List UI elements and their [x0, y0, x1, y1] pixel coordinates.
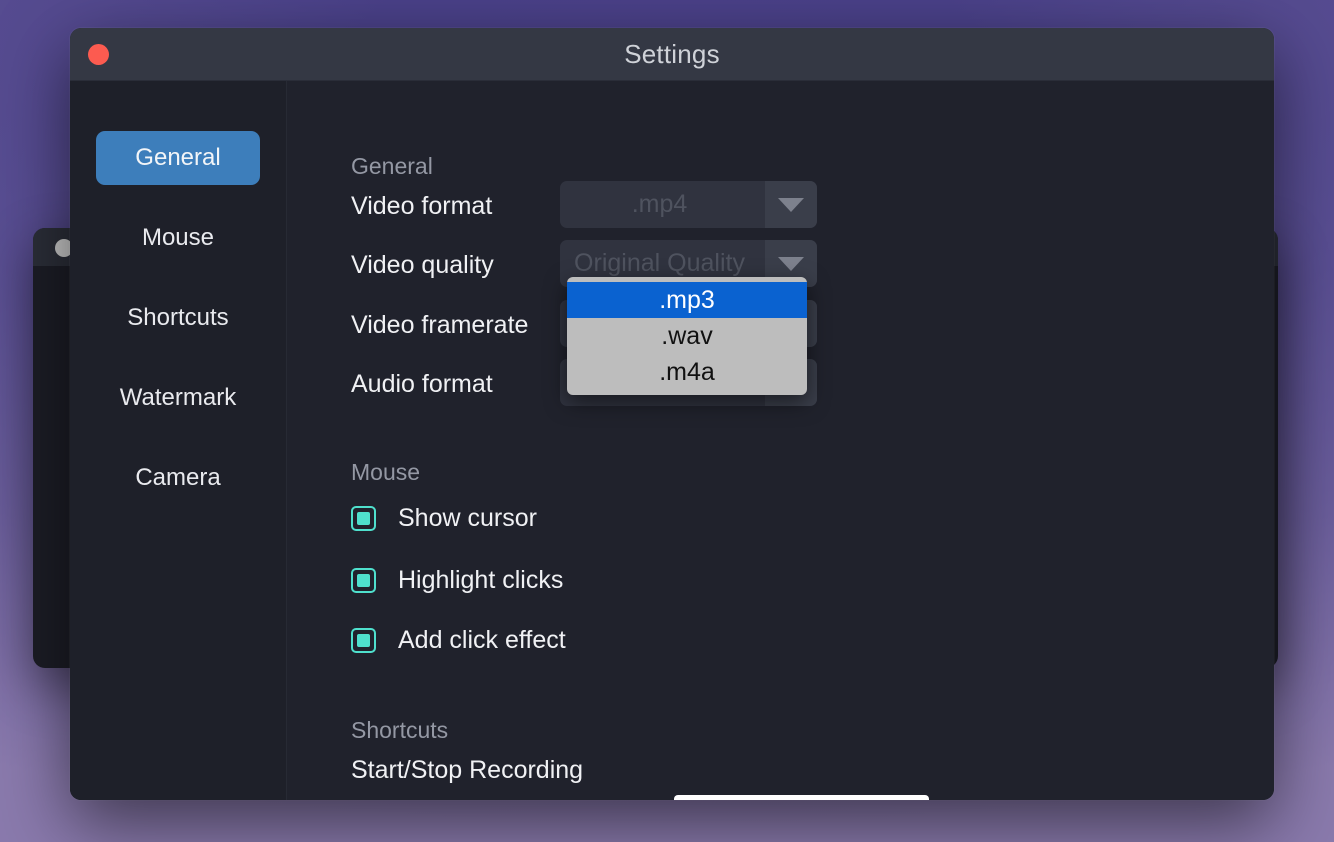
- dropdown-option-m4a[interactable]: .m4a: [567, 354, 807, 390]
- chevron-down-icon: [765, 181, 817, 228]
- checkbox-show-cursor[interactable]: [351, 506, 376, 531]
- checkbox-row-add-click-effect[interactable]: Add click effect: [351, 626, 566, 655]
- label-video-quality: Video quality: [351, 251, 494, 279]
- checkbox-label-show-cursor: Show cursor: [398, 504, 537, 532]
- sidebar: General Mouse Shortcuts Watermark Camera: [70, 81, 287, 800]
- settings-content: General Video format .mp4 Video quality …: [287, 81, 1274, 800]
- sidebar-item-label: Shortcuts: [127, 304, 229, 331]
- shortcut-value: fn 1: [781, 799, 821, 800]
- sidebar-item-label: Watermark: [119, 384, 237, 411]
- page-title: Settings: [624, 39, 720, 69]
- checkbox-label-add-click-effect: Add click effect: [398, 626, 566, 654]
- window-body: General Mouse Shortcuts Watermark Camera: [70, 81, 1274, 800]
- video-quality-value: Original Quality: [574, 249, 745, 277]
- sidebar-item-watermark[interactable]: Watermark: [96, 371, 260, 425]
- sidebar-item-label: Mouse: [141, 224, 215, 251]
- sidebar-item-general[interactable]: General: [96, 131, 260, 185]
- video-format-select[interactable]: .mp4: [560, 181, 817, 228]
- section-heading-general: General: [351, 153, 433, 179]
- label-video-framerate: Video framerate: [351, 311, 529, 339]
- checkbox-add-click-effect[interactable]: [351, 628, 376, 653]
- window-titlebar: Settings: [70, 28, 1274, 81]
- label-audio-format: Audio format: [351, 370, 493, 398]
- dropdown-option-wav[interactable]: .wav: [567, 318, 807, 354]
- dropdown-option-mp3[interactable]: .mp3: [567, 282, 807, 318]
- sidebar-item-label: General: [135, 144, 221, 171]
- video-format-value: .mp4: [631, 190, 688, 218]
- settings-window: Settings General Mouse Shortcuts Waterma…: [70, 28, 1274, 800]
- label-video-format: Video format: [351, 192, 493, 220]
- shortcut-input-start-stop-recording[interactable]: fn 1: [674, 795, 929, 800]
- checkbox-row-show-cursor[interactable]: Show cursor: [351, 504, 537, 533]
- sidebar-item-mouse[interactable]: Mouse: [96, 211, 260, 265]
- section-heading-shortcuts: Shortcuts: [351, 717, 449, 743]
- sidebar-item-label: Camera: [135, 464, 221, 491]
- audio-format-dropdown-menu[interactable]: .mp3 .wav .m4a: [567, 277, 807, 395]
- checkbox-label-highlight-clicks: Highlight clicks: [398, 566, 564, 594]
- sidebar-item-camera[interactable]: Camera: [96, 451, 260, 505]
- sidebar-item-shortcuts[interactable]: Shortcuts: [96, 291, 260, 345]
- desktop-background: Settings General Mouse Shortcuts Waterma…: [0, 0, 1334, 842]
- checkbox-highlight-clicks[interactable]: [351, 568, 376, 593]
- checkbox-row-highlight-clicks[interactable]: Highlight clicks: [351, 566, 563, 595]
- section-heading-mouse: Mouse: [351, 459, 421, 485]
- label-start-stop-recording: Start/Stop Recording: [351, 756, 584, 784]
- close-icon[interactable]: [88, 44, 109, 65]
